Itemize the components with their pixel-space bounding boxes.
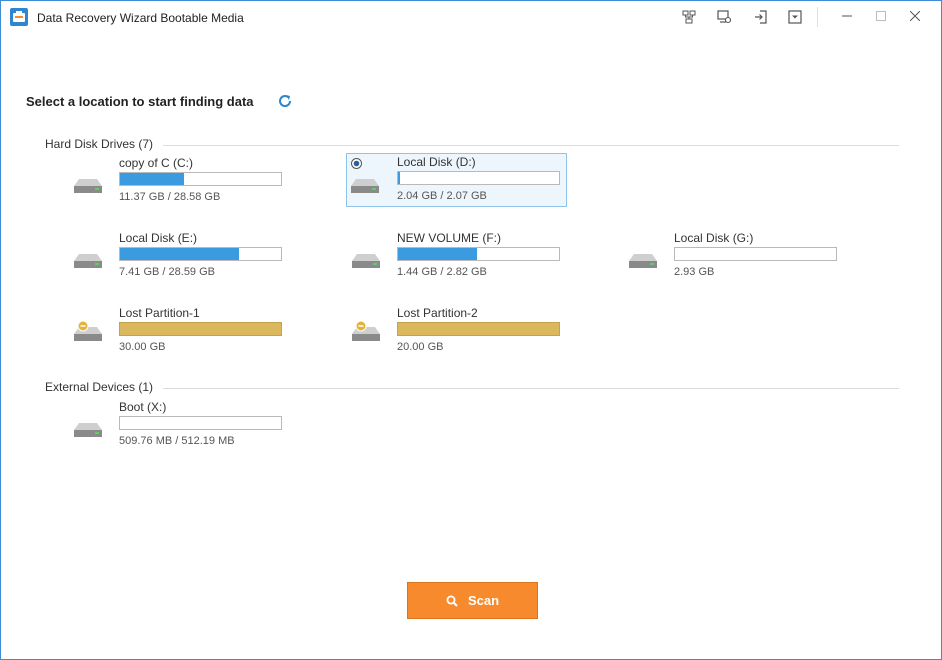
- maximize-icon: [876, 11, 886, 21]
- drive-usage-bar: [397, 247, 560, 261]
- scan-button[interactable]: Scan: [407, 582, 538, 619]
- page-heading: Select a location to start finding data: [26, 94, 254, 109]
- drive-name: Lost Partition-2: [397, 306, 478, 320]
- drive-usage-fill: [120, 248, 240, 260]
- drive-usage-bar: [119, 322, 282, 336]
- drive-name: Local Disk (D:): [397, 155, 476, 169]
- menu-dropdown-button[interactable]: [783, 5, 807, 29]
- title-bar: Data Recovery Wizard Bootable Media: [1, 1, 941, 33]
- drive-item-c[interactable]: copy of C (C:) 11.37 GB / 28.58 GB: [47, 154, 282, 208]
- drive-item-d[interactable]: Local Disk (D:) 2.04 GB / 2.07 GB: [346, 153, 567, 207]
- drive-usage-fill: [398, 172, 400, 184]
- drive-usage-bar: [119, 416, 282, 430]
- dropdown-menu-icon: [788, 10, 802, 24]
- drive-name: Local Disk (E:): [119, 231, 198, 245]
- hard-drive-icon: [74, 254, 102, 268]
- hdd-section-divider: [163, 145, 899, 146]
- drive-size: 2.93 GB: [674, 266, 715, 278]
- drive-usage-bar: [119, 172, 282, 186]
- app-logo-icon: [10, 8, 28, 26]
- network-icon: [682, 10, 696, 24]
- sign-in-button[interactable]: [749, 5, 773, 29]
- lost-partition-item-2[interactable]: Lost Partition-2 20.00 GB: [325, 304, 560, 358]
- drive-name: NEW VOLUME (F:): [397, 231, 501, 245]
- drive-usage-bar: [397, 322, 560, 336]
- window-title: Data Recovery Wizard Bootable Media: [37, 11, 244, 25]
- computer-settings-icon: [717, 10, 731, 24]
- close-icon: [910, 11, 920, 21]
- drive-name: copy of C (C:): [119, 156, 194, 170]
- scan-button-label: Scan: [467, 593, 500, 608]
- drive-size: 11.37 GB / 28.58 GB: [119, 191, 221, 203]
- drive-usage-fill: [120, 173, 185, 185]
- hard-drive-icon: [352, 254, 380, 268]
- drive-name: Lost Partition-1: [119, 306, 200, 320]
- hard-drive-icon: [629, 254, 657, 268]
- drive-item-g[interactable]: Local Disk (G:) 2.93 GB: [602, 229, 837, 283]
- hard-drive-icon: [351, 179, 379, 193]
- hdd-section-title: Hard Disk Drives (7): [45, 137, 154, 151]
- drive-usage-fill: [398, 248, 477, 260]
- drive-usage-bar: [397, 171, 560, 185]
- drive-size: 30.00 GB: [119, 341, 166, 353]
- drive-size: 2.04 GB / 2.07 GB: [397, 190, 487, 202]
- drive-item-x[interactable]: Boot (X:) 509.76 MB / 512.19 MB: [47, 398, 282, 452]
- minimize-icon: [842, 15, 852, 17]
- close-button[interactable]: [898, 1, 932, 31]
- drive-name: Boot (X:): [119, 400, 167, 414]
- minimize-button[interactable]: [830, 1, 864, 31]
- toolbar-divider: [817, 7, 818, 27]
- lost-partition-icon: [74, 320, 102, 341]
- maximize-button[interactable]: [864, 1, 898, 31]
- computer-settings-button[interactable]: [712, 5, 736, 29]
- external-section-title: External Devices (1): [45, 380, 154, 394]
- drive-usage-bar: [674, 247, 837, 261]
- search-icon: [446, 595, 458, 607]
- radio-selected-icon[interactable]: [351, 158, 362, 169]
- app-window: Data Recovery Wizard Bootable Media Sele…: [0, 0, 942, 660]
- refresh-icon[interactable]: [277, 93, 293, 109]
- sign-in-icon: [755, 10, 767, 24]
- drive-size: 7.41 GB / 28.59 GB: [119, 266, 216, 278]
- network-button[interactable]: [677, 5, 701, 29]
- drive-item-e[interactable]: Local Disk (E:) 7.41 GB / 28.59 GB: [47, 229, 282, 283]
- drive-name: Local Disk (G:): [674, 231, 754, 245]
- drive-usage-bar: [119, 247, 282, 261]
- usb-drive-icon: [74, 423, 102, 437]
- hard-drive-icon: [74, 179, 102, 193]
- drive-size: 1.44 GB / 2.82 GB: [397, 266, 487, 278]
- drive-size: 509.76 MB / 512.19 MB: [119, 435, 235, 447]
- drive-size: 20.00 GB: [397, 341, 444, 353]
- lost-partition-item-1[interactable]: Lost Partition-1 30.00 GB: [47, 304, 282, 358]
- external-section-divider: [163, 388, 899, 389]
- drive-item-f[interactable]: NEW VOLUME (F:) 1.44 GB / 2.82 GB: [325, 229, 560, 283]
- lost-partition-icon: [352, 320, 380, 341]
